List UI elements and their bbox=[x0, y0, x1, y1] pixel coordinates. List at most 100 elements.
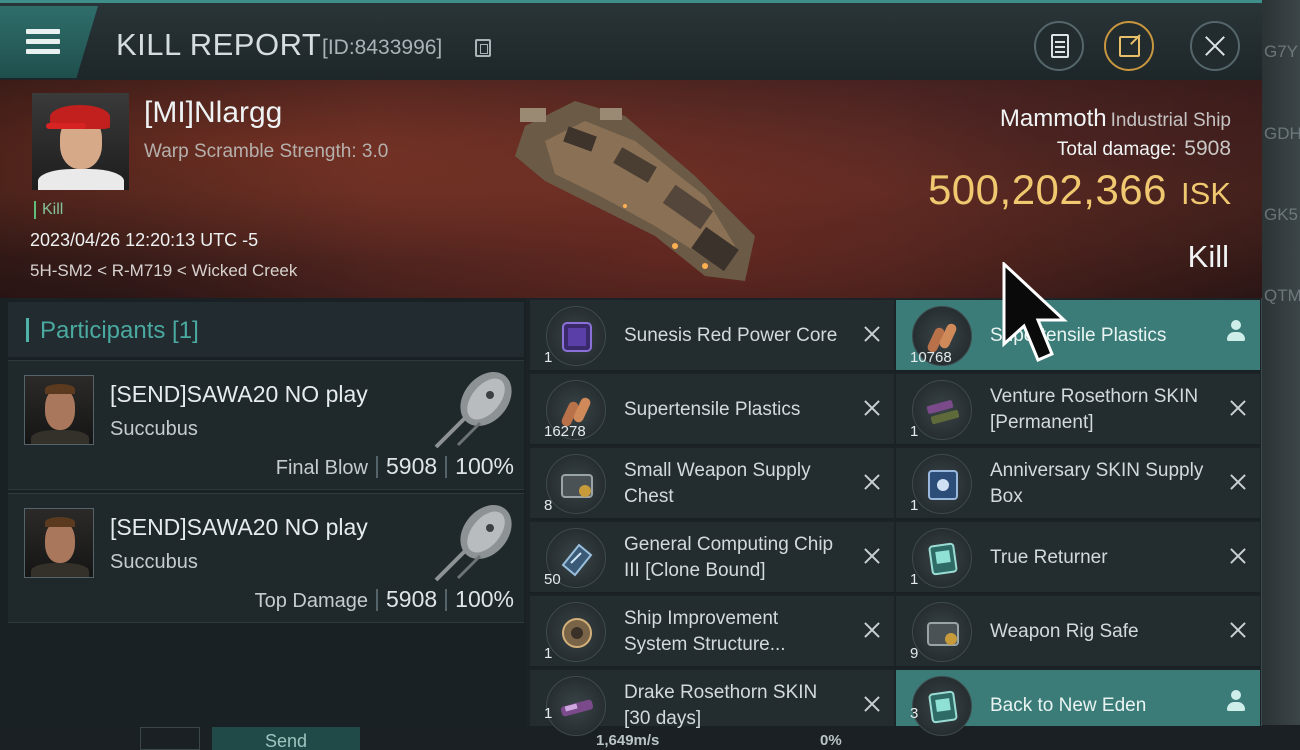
copy-icon[interactable] bbox=[475, 39, 491, 57]
hamburger-icon bbox=[26, 39, 60, 44]
share-button[interactable] bbox=[1104, 21, 1154, 71]
list-item[interactable]: 1 Drake Rosethorn SKIN [30 days] bbox=[530, 670, 894, 736]
kill-timestamp: 2023/04/26 12:20:13 UTC -5 bbox=[30, 230, 259, 250]
close-button[interactable] bbox=[1190, 21, 1240, 71]
background-code: G7Y bbox=[1264, 42, 1299, 61]
item-name: General Computing Chip III [Clone Bound] bbox=[624, 534, 834, 581]
person-icon[interactable] bbox=[1226, 320, 1246, 344]
box-icon bbox=[912, 454, 972, 514]
total-damage-label: Total damage: bbox=[1056, 139, 1177, 160]
list-item[interactable]: 1 Venture Rosethorn SKIN [Permanent] bbox=[896, 374, 1260, 446]
mouse-cursor-icon bbox=[1002, 262, 1068, 362]
item-name: Venture Rosethorn SKIN [Permanent] bbox=[990, 386, 1199, 433]
list-item[interactable]: 9 Weapon Rig Safe bbox=[896, 596, 1260, 668]
total-damage-value: 5908 bbox=[1184, 137, 1231, 160]
returner-icon bbox=[912, 528, 972, 588]
participant-stats: Final Blow 5908 100% bbox=[276, 453, 514, 480]
list-item[interactable]: 50 General Computing Chip III [Clone Bou… bbox=[530, 522, 894, 594]
item-quantity: 1 bbox=[544, 705, 553, 722]
kill-location: 5H-SM2 < R-M719 < Wicked Creek bbox=[30, 261, 298, 280]
clipboard-icon bbox=[1051, 34, 1069, 58]
hamburger-icon bbox=[26, 29, 60, 34]
kill-status: Kill bbox=[1187, 239, 1229, 274]
item-name: Small Weapon Supply Chest bbox=[624, 460, 811, 507]
item-quantity: 8 bbox=[544, 497, 553, 514]
safe-icon bbox=[912, 602, 972, 662]
participant-row[interactable]: [SEND]SAWA20 NO play Succubus Final Blow… bbox=[8, 360, 524, 490]
succubus-ship-icon bbox=[434, 505, 512, 582]
participant-percent: 100% bbox=[455, 453, 514, 479]
item-name: Back to New Eden bbox=[990, 695, 1147, 716]
kill-tag: Kill bbox=[34, 201, 63, 219]
ship-name[interactable]: Mammoth bbox=[1000, 105, 1107, 132]
item-quantity: 3 bbox=[910, 705, 919, 722]
isk-unit: ISK bbox=[1181, 176, 1231, 211]
skin-icon bbox=[546, 676, 606, 736]
victim-name[interactable]: [MI]Nlargg bbox=[144, 96, 282, 130]
list-item[interactable]: 1 Ship Improvement System Structure... bbox=[530, 596, 894, 668]
close-icon[interactable] bbox=[860, 618, 884, 642]
item-name: Drake Rosethorn SKIN [30 days] bbox=[624, 682, 818, 729]
structure-icon bbox=[546, 602, 606, 662]
close-icon[interactable] bbox=[1226, 470, 1250, 494]
item-name: Anniversary SKIN Supply Box bbox=[990, 460, 1204, 507]
item-name: Ship Improvement System Structure... bbox=[624, 608, 786, 655]
avatar[interactable] bbox=[24, 508, 94, 578]
dropped-items-grid: 1 Sunesis Red Power Core 16278 Supertens… bbox=[526, 298, 1262, 736]
isk-value-line: 500,202,366 ISK bbox=[928, 166, 1231, 214]
item-quantity: 1 bbox=[910, 497, 919, 514]
participant-role: Final Blow bbox=[275, 457, 368, 479]
returner-icon bbox=[912, 676, 972, 736]
list-item[interactable]: 8 Small Weapon Supply Chest bbox=[530, 448, 894, 520]
participants-panel: Participants [1] [SEND]SAWA20 NO play Su… bbox=[0, 298, 526, 726]
participant-stats: Top Damage 5908 100% bbox=[255, 586, 514, 613]
ship-class: Industrial Ship bbox=[1110, 110, 1231, 131]
report-id: [ID:8433996] bbox=[322, 36, 443, 59]
clipboard-button[interactable] bbox=[1034, 21, 1084, 71]
participant-row[interactable]: [SEND]SAWA20 NO play Succubus Top Damage… bbox=[8, 493, 524, 623]
participant-damage: 5908 bbox=[386, 453, 438, 479]
list-item[interactable]: 1 Anniversary SKIN Supply Box bbox=[896, 448, 1260, 520]
close-icon[interactable] bbox=[860, 322, 884, 346]
participant-percent: 100% bbox=[455, 586, 514, 612]
item-quantity: 9 bbox=[910, 645, 919, 662]
participants-title: Participants [1] bbox=[40, 317, 199, 344]
background-code: GK5 bbox=[1264, 205, 1299, 224]
background-send-button[interactable]: Send bbox=[212, 727, 360, 750]
isk-value: 500,202,366 bbox=[927, 166, 1168, 213]
window-header: KILL REPORT [ID:8433996] bbox=[0, 0, 1262, 80]
page-title: KILL REPORT bbox=[116, 27, 322, 62]
close-icon[interactable] bbox=[860, 692, 884, 716]
close-icon[interactable] bbox=[1226, 396, 1250, 420]
supply-chest-icon bbox=[546, 454, 606, 514]
participants-header: Participants [1] bbox=[8, 302, 524, 357]
item-name: Supertensile Plastics bbox=[624, 399, 801, 420]
item-quantity: 50 bbox=[544, 571, 561, 588]
hamburger-icon bbox=[26, 49, 60, 54]
share-icon bbox=[1119, 36, 1140, 57]
list-item[interactable]: 3 Back to New Eden bbox=[896, 670, 1260, 736]
avatar[interactable] bbox=[24, 375, 94, 445]
close-icon[interactable] bbox=[1226, 618, 1250, 642]
item-quantity: 1 bbox=[544, 645, 553, 662]
list-item[interactable]: 16278 Supertensile Plastics bbox=[530, 374, 894, 446]
game-screen: G7Y GDH GK5 QTM Send 1,649m/s 0% KILL RE… bbox=[0, 0, 1300, 750]
participant-name: [SEND]SAWA20 NO play bbox=[110, 381, 368, 407]
item-name: Sunesis Red Power Core bbox=[624, 325, 838, 346]
warp-scramble-strength: Warp Scramble Strength: 3.0 bbox=[144, 141, 389, 162]
person-icon[interactable] bbox=[1226, 690, 1246, 714]
total-damage-line: Total damage: 5908 bbox=[1057, 137, 1231, 161]
list-item[interactable]: 1 True Returner bbox=[896, 522, 1260, 594]
list-item[interactable]: 1 Sunesis Red Power Core bbox=[530, 300, 894, 372]
menu-button[interactable] bbox=[0, 6, 98, 78]
item-quantity: 16278 bbox=[544, 423, 586, 440]
victim-avatar[interactable] bbox=[32, 93, 129, 190]
ship-name-line: Mammoth Industrial Ship bbox=[1000, 105, 1231, 133]
close-icon[interactable] bbox=[860, 544, 884, 568]
item-quantity: 10768 bbox=[910, 349, 952, 366]
close-icon[interactable] bbox=[860, 470, 884, 494]
background-chat-menu-button[interactable] bbox=[140, 727, 200, 750]
close-icon[interactable] bbox=[1226, 544, 1250, 568]
close-icon[interactable] bbox=[860, 396, 884, 420]
background-code: GDH bbox=[1264, 124, 1300, 143]
